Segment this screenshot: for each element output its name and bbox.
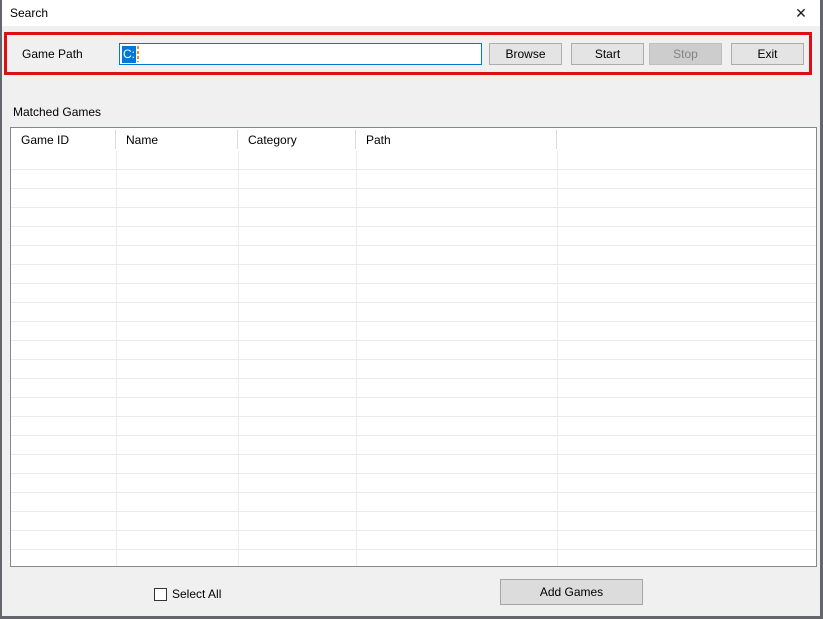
table-row[interactable] (11, 265, 816, 284)
select-all-label: Select All (172, 587, 221, 601)
table-row[interactable] (11, 303, 816, 322)
close-button[interactable]: ✕ (782, 0, 820, 26)
grid-line (238, 151, 239, 566)
table-row[interactable] (11, 246, 816, 265)
table-row[interactable] (11, 531, 816, 550)
column-header-spacer (557, 128, 816, 151)
matched-games-label: Matched Games (13, 105, 101, 119)
column-header-path[interactable]: Path (356, 128, 557, 151)
exit-button[interactable]: Exit (731, 43, 804, 65)
table-row[interactable] (11, 341, 816, 360)
table-row[interactable] (11, 398, 816, 417)
table-row[interactable] (11, 227, 816, 246)
table-row[interactable] (11, 284, 816, 303)
table-row[interactable] (11, 550, 816, 567)
window-title: Search (10, 6, 48, 20)
table-row[interactable] (11, 360, 816, 379)
title-bar: Search ✕ (2, 0, 820, 26)
add-games-button[interactable]: Add Games (500, 579, 643, 605)
table-row[interactable] (11, 322, 816, 341)
matched-games-table: Game ID Name Category Path (10, 127, 817, 567)
column-header-name[interactable]: Name (116, 128, 238, 151)
column-header-game-id[interactable]: Game ID (11, 128, 116, 151)
select-all-checkbox[interactable] (154, 588, 167, 601)
game-path-label: Game Path (22, 47, 83, 61)
table-row[interactable] (11, 436, 816, 455)
browse-button[interactable]: Browse (489, 43, 562, 65)
select-all-control[interactable]: Select All (154, 586, 221, 602)
table-row[interactable] (11, 493, 816, 512)
selected-text: C: (122, 46, 136, 63)
stop-button[interactable]: Stop (649, 43, 722, 65)
grid-line (116, 151, 117, 566)
table-row[interactable] (11, 208, 816, 227)
table-row[interactable] (11, 170, 816, 189)
column-header-category[interactable]: Category (238, 128, 356, 151)
text-caret (137, 46, 139, 62)
start-button[interactable]: Start (571, 43, 644, 65)
grid-line (557, 151, 558, 566)
grid-line (356, 151, 357, 566)
table-row[interactable] (11, 512, 816, 531)
table-row[interactable] (11, 455, 816, 474)
table-row[interactable] (11, 474, 816, 493)
table-row[interactable] (11, 379, 816, 398)
table-row[interactable] (11, 151, 816, 170)
game-path-input[interactable]: C: (119, 43, 482, 65)
close-icon: ✕ (795, 5, 807, 22)
search-dialog: Search ✕ Game Path C: Browse Start Stop … (0, 0, 823, 619)
table-row[interactable] (11, 189, 816, 208)
table-header: Game ID Name Category Path (11, 128, 816, 151)
table-body[interactable] (11, 151, 816, 566)
table-row[interactable] (11, 417, 816, 436)
